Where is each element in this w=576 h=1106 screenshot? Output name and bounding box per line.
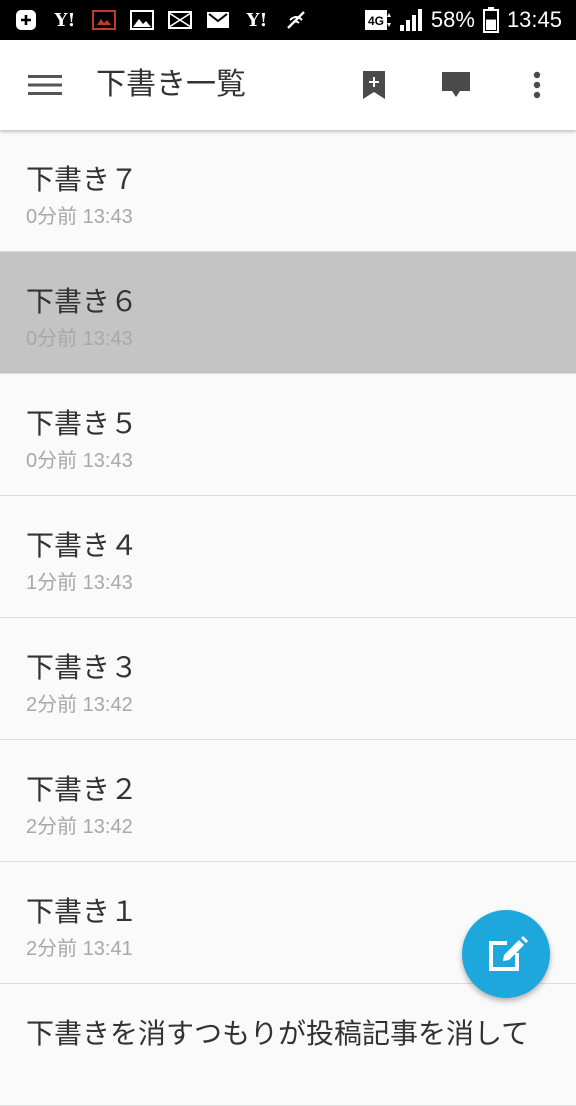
menu-button[interactable] bbox=[22, 62, 68, 108]
draft-title: 下書き４ bbox=[26, 529, 139, 562]
draft-timestamp: 0分前 13:43 bbox=[26, 450, 133, 472]
draft-title: 下書き３ bbox=[26, 651, 139, 684]
draft-item-6[interactable]: 下書き６ 0分前 13:43 bbox=[0, 252, 576, 374]
draft-item-5[interactable]: 下書き５ 0分前 13:43 bbox=[0, 374, 576, 496]
draft-item-3[interactable]: 下書き３ 2分前 13:42 bbox=[0, 618, 576, 740]
gmail-icon bbox=[206, 9, 230, 31]
comment-button[interactable] bbox=[433, 62, 479, 108]
app-bar: 下書き一覧 bbox=[0, 40, 576, 130]
notification-icons: Y! Y! bbox=[14, 9, 308, 31]
draft-timestamp: 2分前 13:42 bbox=[26, 816, 133, 838]
draft-timestamp: 0分前 13:43 bbox=[26, 206, 133, 228]
network-type-icon: 4G bbox=[364, 10, 391, 30]
clock: 13:45 bbox=[506, 7, 562, 32]
image-icon bbox=[130, 9, 154, 31]
draft-timestamp: 0分前 13:43 bbox=[26, 328, 133, 350]
draft-timestamp: 2分前 13:42 bbox=[26, 694, 133, 716]
status-bar: Y! Y! 4G 58% 13:45 bbox=[0, 0, 576, 40]
draft-item-7[interactable]: 下書き７ 0分前 13:43 bbox=[0, 130, 576, 252]
draft-title: 下書きを消すつもりが投稿記事を消して bbox=[26, 1017, 530, 1050]
photo-gallery-icon bbox=[92, 9, 116, 31]
draft-item-partial[interactable]: 下書きを消すつもりが投稿記事を消して bbox=[0, 984, 576, 1106]
yahoo-icon: Y! bbox=[54, 9, 76, 31]
draft-timestamp: 2分前 13:41 bbox=[26, 938, 133, 960]
draft-title: 下書き１ bbox=[26, 895, 139, 928]
more-options-button[interactable] bbox=[514, 62, 560, 108]
comment-icon bbox=[442, 72, 470, 97]
new-draft-button[interactable] bbox=[462, 910, 550, 998]
add-bookmark-icon bbox=[363, 71, 385, 99]
page-title: 下書き一覧 bbox=[96, 67, 246, 102]
draft-item-4[interactable]: 下書き４ 1分前 13:43 bbox=[0, 496, 576, 618]
edit-icon bbox=[489, 936, 528, 971]
draft-item-2[interactable]: 下書き２ 2分前 13:42 bbox=[0, 740, 576, 862]
battery-icon bbox=[482, 7, 499, 33]
draft-title: 下書き５ bbox=[26, 407, 139, 440]
yahoo-icon: Y! bbox=[246, 9, 268, 31]
signal-icon bbox=[399, 9, 422, 31]
no-wifi-icon bbox=[284, 9, 308, 31]
more-vert-icon bbox=[533, 71, 541, 99]
battery-percent: 58% bbox=[430, 7, 475, 32]
add-bookmark-button[interactable] bbox=[351, 62, 397, 108]
add-box-icon bbox=[14, 9, 38, 31]
draft-title: 下書き６ bbox=[26, 285, 139, 318]
draft-timestamp: 1分前 13:43 bbox=[26, 572, 133, 594]
draft-title: 下書き２ bbox=[26, 773, 139, 806]
draft-title: 下書き７ bbox=[26, 163, 139, 196]
mail-icon bbox=[168, 9, 192, 31]
system-icons: 4G 58% 13:45 bbox=[364, 7, 562, 33]
network-type-label: 4G bbox=[368, 14, 384, 28]
hamburger-menu-icon bbox=[28, 75, 62, 95]
